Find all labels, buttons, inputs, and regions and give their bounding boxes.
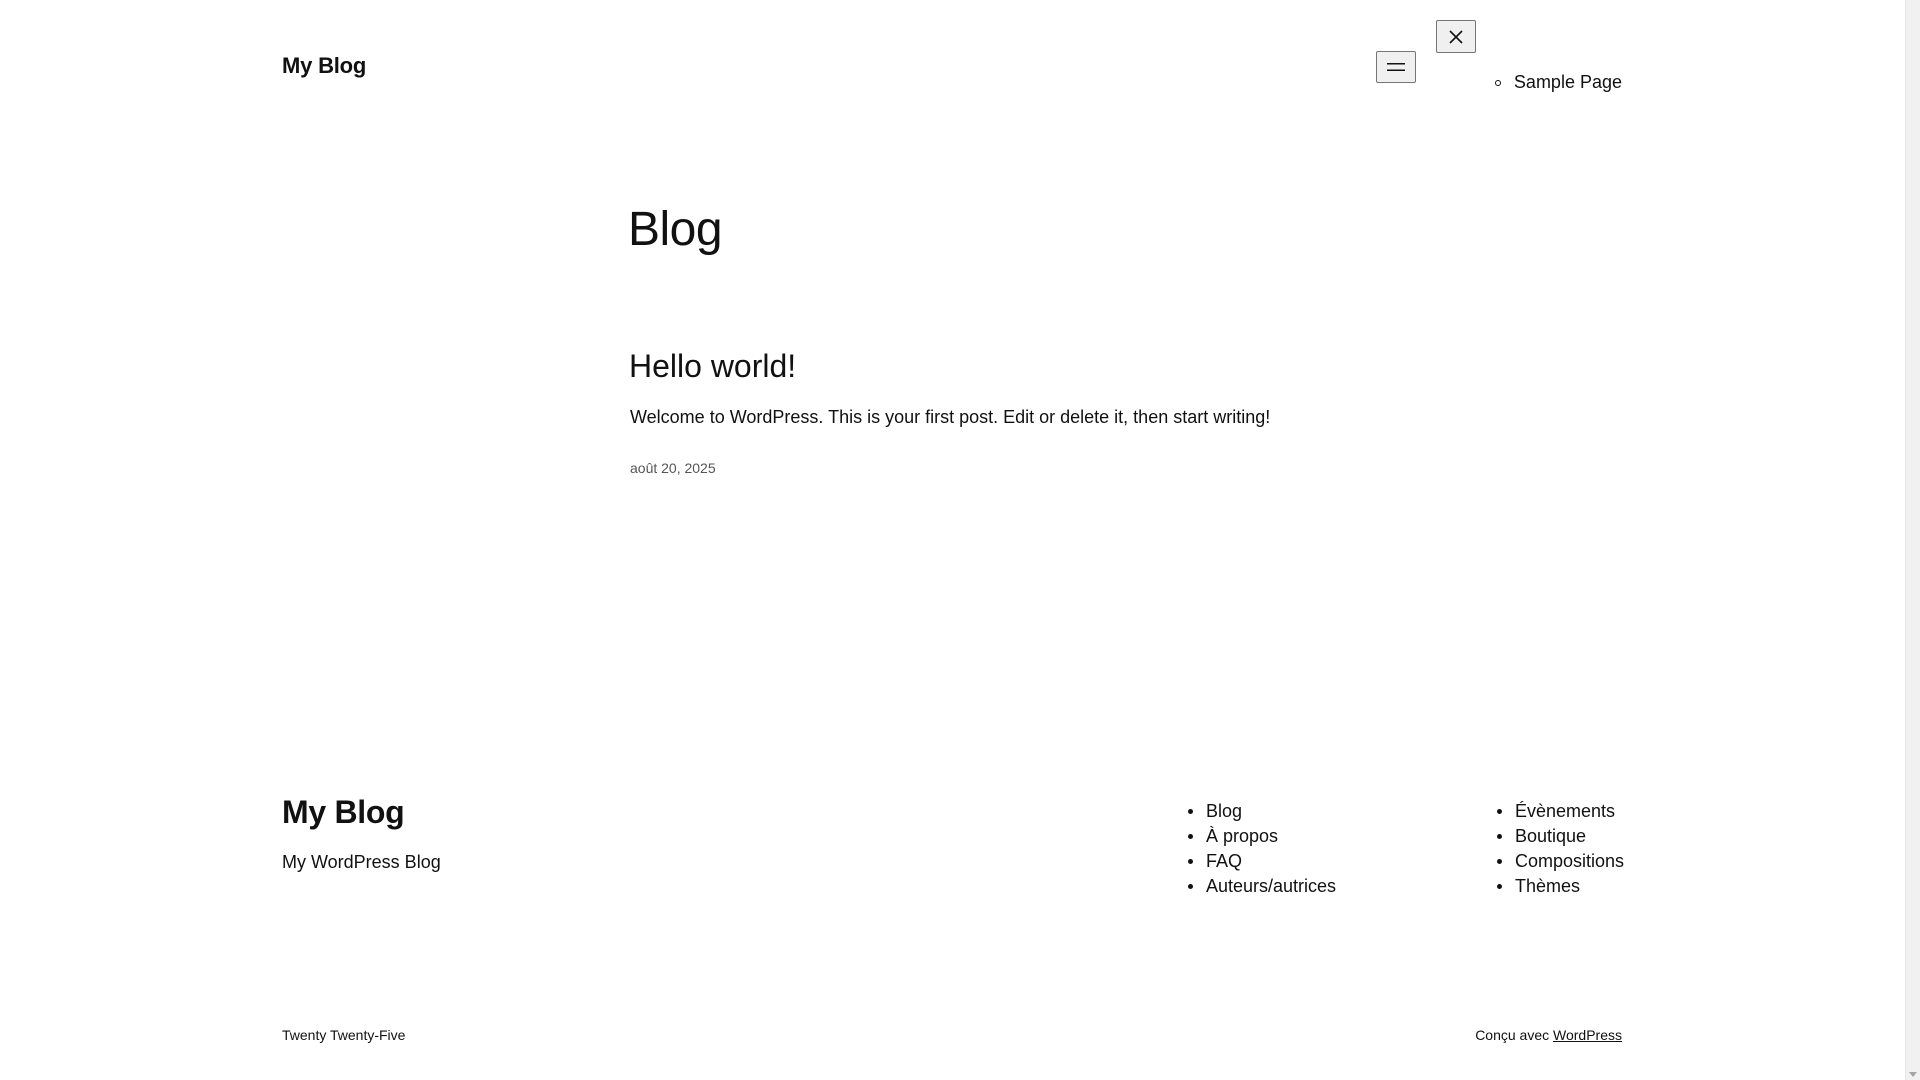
footer-navigation-primary: Blog À propos FAQ Auteurs/autrices: [1187, 799, 1336, 899]
site-title-link[interactable]: My Blog: [282, 53, 366, 79]
close-menu-button[interactable]: [1436, 20, 1476, 53]
post-title: Hello world!: [629, 347, 796, 385]
footer-nav-item: À propos: [1187, 824, 1336, 849]
open-menu-button[interactable]: [1376, 51, 1416, 83]
footer-link-boutique[interactable]: Boutique: [1515, 826, 1586, 846]
footer-link-blog[interactable]: Blog: [1206, 801, 1242, 821]
footer-link-evenements[interactable]: Évènements: [1515, 801, 1615, 821]
footer-nav-item: Évènements: [1496, 799, 1624, 824]
nav-link-sample-page[interactable]: Sample Page: [1514, 72, 1622, 92]
nav-item-sample-page: Sample Page: [1494, 72, 1622, 93]
post-excerpt: Welcome to WordPress. This is your first…: [630, 407, 1271, 427]
footer-nav-item: Blog: [1187, 799, 1336, 824]
footer-nav-item: Compositions: [1496, 849, 1624, 874]
footer-link-auteurs[interactable]: Auteurs/autrices: [1206, 876, 1336, 896]
footer-nav-item: Thèmes: [1496, 874, 1624, 899]
footer-navigation-secondary: Évènements Boutique Compositions Thèmes: [1496, 799, 1624, 899]
vertical-scrollbar[interactable]: [1905, 0, 1920, 1080]
footer-link-themes[interactable]: Thèmes: [1515, 876, 1580, 896]
footer-site-title-link[interactable]: My Blog: [282, 794, 405, 831]
footer-nav-item: FAQ: [1187, 849, 1336, 874]
footer-tagline: My WordPress Blog: [282, 852, 441, 872]
post-title-link[interactable]: Hello world!: [629, 348, 796, 384]
footer-nav-item: Boutique: [1496, 824, 1624, 849]
page-title: Blog: [628, 203, 723, 256]
theme-credit: Twenty Twenty-Five: [282, 1027, 406, 1043]
post-date-link[interactable]: août 20, 2025: [630, 460, 716, 476]
footer-link-compositions[interactable]: Compositions: [1515, 851, 1624, 871]
menu-icon: [1387, 63, 1405, 71]
powered-by-prefix: Conçu avec: [1475, 1027, 1550, 1043]
close-icon: [1449, 29, 1463, 44]
scroll-down-arrow-icon[interactable]: [1909, 1072, 1917, 1077]
wordpress-link[interactable]: WordPress: [1553, 1027, 1622, 1043]
footer-link-faq[interactable]: FAQ: [1206, 851, 1242, 871]
page: My Blog Sample Page Blog Hello world! We…: [0, 0, 1905, 1080]
header-navigation: Sample Page: [1494, 72, 1622, 93]
footer-link-a-propos[interactable]: À propos: [1206, 826, 1278, 846]
powered-by-credit: Conçu avec WordPress: [1475, 1027, 1622, 1043]
footer-nav-item: Auteurs/autrices: [1187, 874, 1336, 899]
